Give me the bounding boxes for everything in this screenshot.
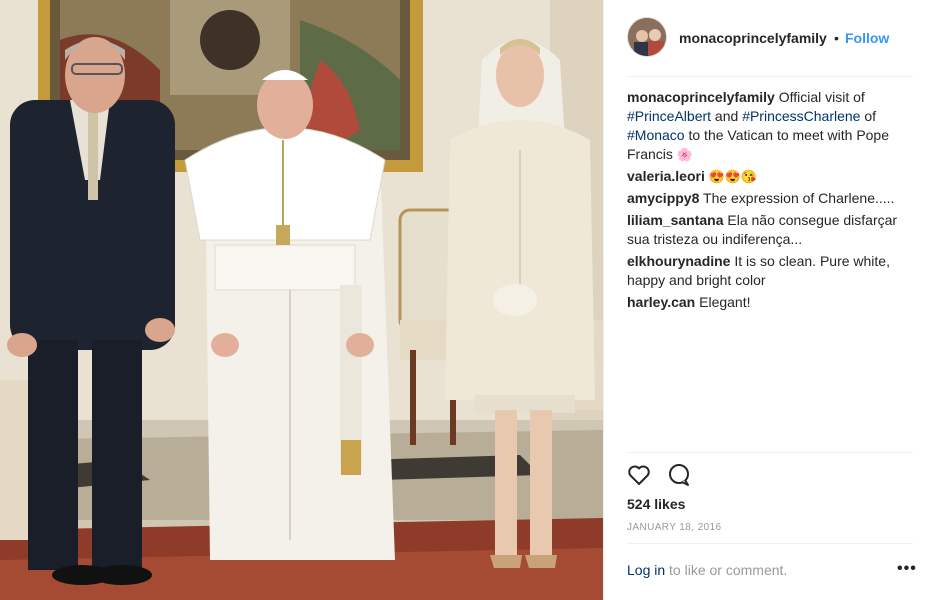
header-username[interactable]: monacoprincelyfamily (679, 30, 827, 46)
comment-username[interactable]: elkhourynadine (627, 253, 730, 269)
post-actions (626, 462, 706, 490)
login-text: to like or comment. (665, 562, 788, 578)
post-details-panel: monacoprincelyfamily • Follow monacoprin… (604, 0, 938, 600)
comment-text: Elegant! (695, 294, 751, 310)
post-photo[interactable] (0, 0, 604, 600)
comment-text: 😍😍😘 (704, 169, 757, 184)
header-divider (627, 76, 913, 77)
post-date: January 18, 2016 (627, 522, 722, 533)
caption-text: and (711, 108, 743, 124)
comment-username[interactable]: liliam_santana (627, 212, 724, 228)
ellipsis-icon[interactable]: ••• (897, 560, 917, 578)
caption-text: of (860, 108, 877, 124)
hashtag-princess-charlene[interactable]: #PrincessCharlene (742, 108, 860, 124)
avatar-image (628, 18, 666, 56)
comment-text: The expression of Charlene..... (699, 190, 895, 206)
footer-divider (627, 543, 913, 544)
comment-username[interactable]: harley.can (627, 294, 695, 310)
avatar[interactable] (627, 17, 667, 57)
caption: monacoprincelyfamily Official visit of #… (627, 88, 917, 164)
hashtag-monaco[interactable]: #Monaco (627, 127, 685, 143)
photo-illustration (0, 0, 603, 600)
comment-item: elkhourynadine It is so clean. Pure whit… (627, 252, 917, 290)
heart-outline-icon[interactable] (626, 462, 652, 493)
header-separator: • (834, 30, 839, 46)
likes-count[interactable]: 524 likes (627, 496, 685, 512)
login-prompt: Log in to like or comment. (627, 562, 787, 578)
comment-item: liliam_santana Ela não consegue disfarça… (627, 211, 917, 249)
caption-username[interactable]: monacoprincelyfamily (627, 89, 775, 105)
comment-item: valeria.leori 😍😍😘 (627, 167, 917, 186)
caption-text: Official visit of (774, 89, 865, 105)
login-link[interactable]: Log in (627, 562, 665, 578)
hashtag-prince-albert[interactable]: #PrinceAlbert (627, 108, 711, 124)
blossom-emoji: 🌸 (676, 147, 693, 162)
follow-button[interactable]: Follow (845, 30, 889, 46)
comment-username[interactable]: amycippy8 (627, 190, 699, 206)
actions-divider (627, 452, 913, 453)
speech-bubble-icon[interactable] (666, 462, 692, 493)
comment-item: amycippy8 The expression of Charlene....… (627, 189, 917, 208)
post-header: monacoprincelyfamily • Follow (604, 0, 938, 76)
comments-list: monacoprincelyfamily Official visit of #… (627, 88, 917, 315)
comment-username[interactable]: valeria.leori (627, 168, 705, 184)
comment-item: harley.can Elegant! (627, 293, 917, 312)
